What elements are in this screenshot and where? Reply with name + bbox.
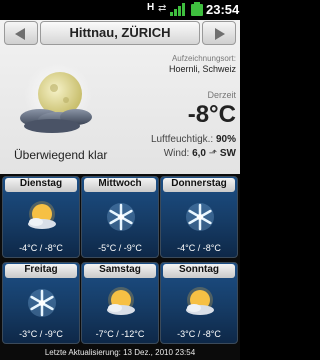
snowflake-icon [28, 289, 56, 317]
day-name: Dienstag [19, 178, 63, 189]
day-temps: -5°C / -9°C [98, 243, 142, 253]
forecast-day[interactable]: Sonntag -3°C / -8°C [160, 262, 238, 344]
humidity-row: Luftfeuchtigk.: 90% [151, 134, 236, 145]
station-label: Aufzeichnungsort: [171, 54, 236, 63]
day-name: Freitag [24, 264, 58, 275]
wind-value: 6,0 [192, 148, 206, 159]
network-indicator: H [147, 2, 155, 13]
day-temps: -3°C / -9°C [19, 329, 63, 339]
arrow-right-icon [215, 28, 225, 40]
current-weather-panel: Hittnau, ZÜRICH Aufzeichnungsort: Hoernl… [0, 20, 240, 174]
forecast-day[interactable]: Samstag -7°C / -12°C [81, 262, 159, 344]
arrow-left-icon [15, 28, 25, 40]
forecast-grid: Dienstag -4°C / -8°C Mittwoch -5°C / -9°… [0, 174, 240, 346]
forecast-day[interactable]: Donnerstag -4°C / -8°C [160, 176, 238, 258]
day-name: Samstag [99, 264, 141, 275]
condition-text: Überwiegend klar [14, 148, 108, 162]
snowflake-icon [107, 203, 135, 231]
snowflake-icon [186, 203, 214, 231]
last-update-text: Letzte Aktualisierung: 13 Dez., 2010 23:… [0, 346, 240, 360]
forecast-day[interactable]: Freitag -3°C / -9°C [2, 262, 80, 344]
status-bar: H ⇄ 23:54 [0, 0, 240, 20]
day-temps: -3°C / -8°C [177, 329, 221, 339]
day-temps: -7°C / -12°C [95, 329, 145, 339]
wind-arrow-icon: ⬏ [208, 148, 218, 159]
humidity-value: 90% [215, 134, 236, 145]
usb-icon: ⇄ [158, 3, 167, 14]
sun-cloud-icon [107, 287, 135, 315]
day-temps: -4°C / -8°C [19, 243, 63, 253]
signal-icon [170, 3, 188, 16]
sun-cloud-icon [28, 201, 56, 229]
day-name: Donnerstag [171, 178, 227, 189]
next-city-button[interactable] [202, 21, 236, 45]
humidity-label: Luftfeuchtigk.: [150, 134, 214, 145]
station-name: Hoernli, Schweiz [168, 64, 236, 74]
previous-city-button[interactable] [4, 21, 38, 45]
day-name: Mittwoch [98, 178, 142, 189]
day-name: Sonntag [179, 264, 219, 275]
day-temps: -4°C / -8°C [177, 243, 221, 253]
sun-cloud-icon [186, 287, 214, 315]
current-temperature: -8°C [187, 101, 236, 128]
forecast-day[interactable]: Mittwoch -5°C / -9°C [81, 176, 159, 258]
status-time: 23:54 [206, 2, 240, 17]
battery-icon [191, 2, 203, 16]
wind-direction: SW [219, 148, 236, 159]
forecast-day[interactable]: Dienstag -4°C / -8°C [2, 176, 80, 258]
current-label: Derzeit [207, 90, 236, 100]
moon-clouds-icon [20, 62, 92, 133]
wind-row: Wind: 6,0 ⬏ SW [164, 148, 236, 159]
wind-label: Wind: [163, 148, 190, 159]
city-title[interactable]: Hittnau, ZÜRICH [40, 21, 200, 45]
